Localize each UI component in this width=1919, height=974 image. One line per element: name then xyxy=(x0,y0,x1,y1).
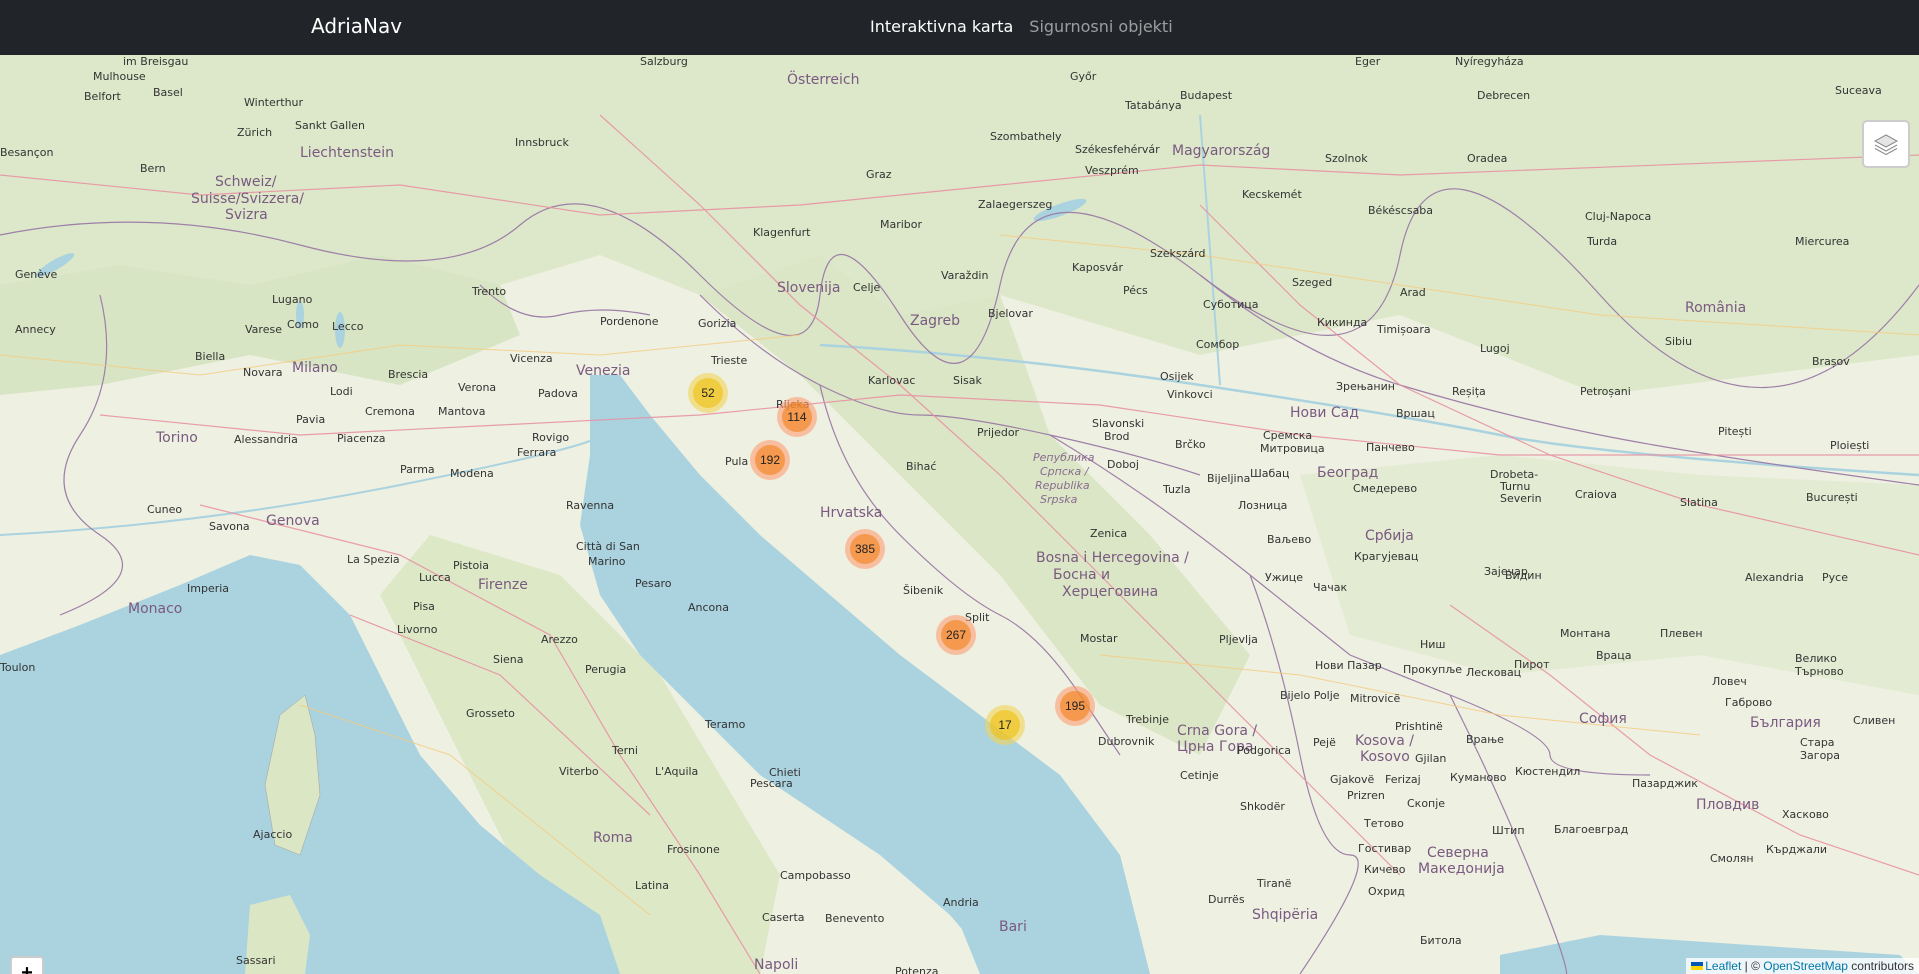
nav-link-interactive-map[interactable]: Interaktivna karta xyxy=(870,17,1013,36)
nav-link-security-objects[interactable]: Sigurnosni objekti xyxy=(1029,17,1172,36)
leaflet-link[interactable]: Leaflet xyxy=(1705,959,1741,973)
layers-control-button[interactable] xyxy=(1862,120,1910,168)
marker-cluster[interactable]: 52 xyxy=(688,373,728,413)
marker-cluster[interactable]: 195 xyxy=(1055,686,1095,726)
cluster-count: 192 xyxy=(755,445,785,475)
attribution-contributors: contributors xyxy=(1847,959,1914,973)
map[interactable]: im Breisgau Mulhouse Basel Belfort Winte… xyxy=(0,55,1919,974)
marker-cluster[interactable]: 114 xyxy=(777,397,817,437)
map-basemap xyxy=(0,55,1919,974)
attribution: Leaflet | © OpenStreetMap contributors xyxy=(1686,958,1919,974)
marker-cluster[interactable]: 17 xyxy=(985,705,1025,745)
brand[interactable]: AdriaNav xyxy=(311,14,402,38)
marker-cluster[interactable]: 267 xyxy=(936,615,976,655)
layers-icon xyxy=(1873,134,1899,156)
marker-cluster[interactable]: 192 xyxy=(750,440,790,480)
osm-link[interactable]: OpenStreetMap xyxy=(1763,959,1848,973)
cluster-count: 17 xyxy=(990,710,1020,740)
marker-cluster[interactable]: 385 xyxy=(845,529,885,569)
cluster-count: 195 xyxy=(1060,691,1090,721)
navbar: AdriaNav Interaktivna karta Sigurnosni o… xyxy=(0,0,1919,55)
cluster-count: 52 xyxy=(693,378,723,408)
cluster-count: 385 xyxy=(850,534,880,564)
zoom-control: + − xyxy=(10,956,44,974)
cluster-count: 267 xyxy=(941,620,971,650)
zoom-in-button[interactable]: + xyxy=(12,958,42,974)
cluster-count: 114 xyxy=(782,402,812,432)
flag-icon xyxy=(1691,962,1704,970)
nav-links: Interaktivna karta Sigurnosni objekti xyxy=(870,17,1173,36)
attribution-separator: | © xyxy=(1741,959,1764,973)
